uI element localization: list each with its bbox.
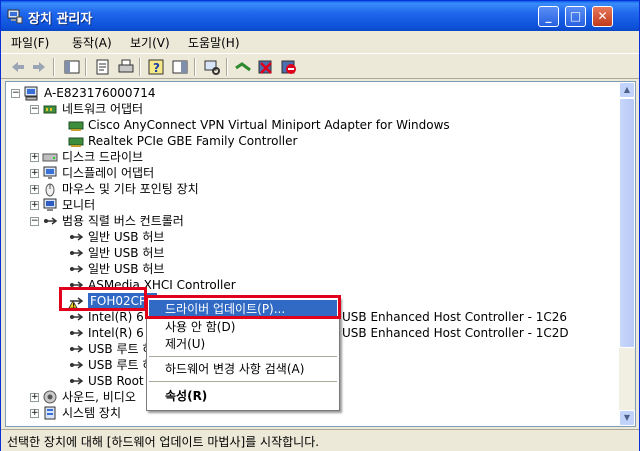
usb-icon	[70, 361, 84, 369]
print-icon[interactable]	[117, 58, 135, 76]
usb-icon	[70, 313, 84, 321]
tree-item-label: 모니터	[62, 198, 96, 212]
sound-icon	[43, 390, 57, 404]
uninstall-icon[interactable]	[257, 58, 275, 76]
computer-icon	[24, 86, 38, 101]
scroll-down-button[interactable]: ▼	[619, 410, 635, 426]
usb-icon	[70, 249, 84, 257]
tree-item-label: 사운드, 비디오	[62, 390, 136, 404]
toolbar-separator	[53, 58, 55, 76]
tree-item-suffix: USB Enhanced Host Controller - 1C2D	[342, 326, 569, 340]
device-manager-icon	[7, 9, 23, 24]
highlight-box-device	[59, 287, 147, 311]
expander[interactable]: +	[30, 393, 39, 402]
tree-item-label: 일반 USB 허브	[88, 246, 165, 260]
usb-icon	[44, 217, 58, 225]
root-expander[interactable]: −	[11, 89, 20, 98]
tree-item-label: 범용 직렬 버스 컨트롤러	[62, 214, 184, 228]
network-card-icon	[68, 121, 84, 131]
scroll-up-button[interactable]: ▲	[619, 82, 635, 98]
scan-hardware-icon[interactable]	[203, 58, 221, 76]
window-title: 장치 관리자	[28, 12, 93, 27]
expander[interactable]: +	[30, 169, 39, 178]
usb-icon	[70, 265, 84, 273]
menu-help[interactable]: 도움말(H)	[188, 34, 240, 51]
toolbar-separator	[194, 58, 196, 76]
system-icon	[44, 406, 56, 420]
maximize-button[interactable]: □	[565, 6, 586, 27]
tree-item-label: 마우스 및 기타 포인팅 장치	[62, 182, 199, 196]
menu-separator	[149, 381, 337, 382]
usb-icon	[70, 345, 84, 353]
usb-icon	[70, 377, 84, 385]
network-card-icon	[68, 137, 84, 147]
monitor-icon	[43, 198, 57, 211]
expander[interactable]: +	[30, 201, 39, 210]
toolbar-separator	[226, 58, 228, 76]
menu-bar: 파일(F) 동작(A) 보기(V) 도움말(H)	[1, 32, 639, 52]
view-toggle-icon[interactable]	[171, 58, 189, 76]
usb-icon	[70, 233, 84, 241]
title-bar[interactable]: 장치 관리자 _ □ ✕	[1, 1, 639, 31]
expander[interactable]: +	[30, 153, 39, 162]
tree-item-label: 디스크 드라이브	[62, 150, 144, 164]
menu-uninstall[interactable]: 제거(U)	[149, 335, 337, 353]
tree-item-label: 일반 USB 허브	[88, 230, 165, 244]
tree-item-label: USB 루트 허	[88, 358, 154, 372]
menu-action[interactable]: 동작(A)	[72, 34, 112, 51]
mouse-icon	[45, 183, 55, 197]
tree-item-label: 디스플레이 어댑터	[62, 166, 155, 180]
update-driver-icon[interactable]	[234, 58, 252, 76]
display-icon	[43, 166, 57, 179]
show-hide-tree-icon[interactable]	[63, 58, 81, 76]
close-button[interactable]: ✕	[592, 6, 613, 27]
menu-view[interactable]: 보기(V)	[130, 34, 170, 51]
usb-icon	[70, 329, 84, 337]
tree-item-label: USB 루트 허	[88, 342, 154, 356]
tree-item-label: 네트워크 어댑터	[62, 102, 144, 116]
vertical-scrollbar[interactable]: ▲ ▼	[619, 82, 635, 426]
expander[interactable]: −	[30, 217, 39, 226]
tree-root-label: A-E823176000714	[44, 86, 156, 100]
disable-icon[interactable]	[280, 58, 298, 76]
device-manager-window: 장치 관리자 _ □ ✕ 파일(F) 동작(A) 보기(V) 도움말(H) ? …	[0, 0, 640, 451]
properties-icon[interactable]	[94, 58, 112, 76]
expander[interactable]: +	[30, 185, 39, 194]
menu-separator	[149, 356, 337, 357]
scroll-thumb[interactable]	[619, 98, 635, 348]
forward-icon[interactable]	[30, 58, 48, 76]
svg-text:?: ?	[153, 61, 160, 75]
disk-icon	[42, 153, 58, 162]
tree-item-label: 일반 USB 허브	[88, 262, 165, 276]
network-icon	[43, 105, 57, 114]
menu-disable[interactable]: 사용 안 함(D)	[149, 318, 337, 336]
tree-item-label: 시스템 장치	[62, 406, 122, 420]
status-text: 선택한 장치에 대해 [하드웨어 업데이트 마법사]를 시작합니다.	[7, 435, 320, 449]
highlight-box-menu	[145, 295, 341, 319]
menu-properties[interactable]: 속성(R)	[149, 387, 337, 405]
minimize-button[interactable]: _	[538, 6, 559, 27]
expander[interactable]: −	[30, 105, 39, 114]
menu-scan-hardware[interactable]: 하드웨어 변경 사항 검색(A)	[149, 360, 337, 378]
toolbar-separator	[85, 58, 87, 76]
help-icon[interactable]: ?	[147, 58, 165, 76]
back-icon[interactable]	[9, 58, 27, 76]
tree-item-suffix: USB Enhanced Host Controller - 1C26	[342, 310, 568, 324]
expander[interactable]: +	[30, 409, 39, 418]
tree-item-label: Realtek PCIe GBE Family Controller	[88, 134, 298, 148]
toolbar-separator	[139, 58, 141, 76]
menu-file[interactable]: 파일(F)	[11, 34, 49, 51]
status-bar: 선택한 장치에 대해 [하드웨어 업데이트 마법사]를 시작합니다.	[1, 429, 639, 451]
tree-item-label: Cisco AnyConnect VPN Virtual Miniport Ad…	[88, 118, 450, 132]
toolbar: ?	[1, 53, 639, 79]
